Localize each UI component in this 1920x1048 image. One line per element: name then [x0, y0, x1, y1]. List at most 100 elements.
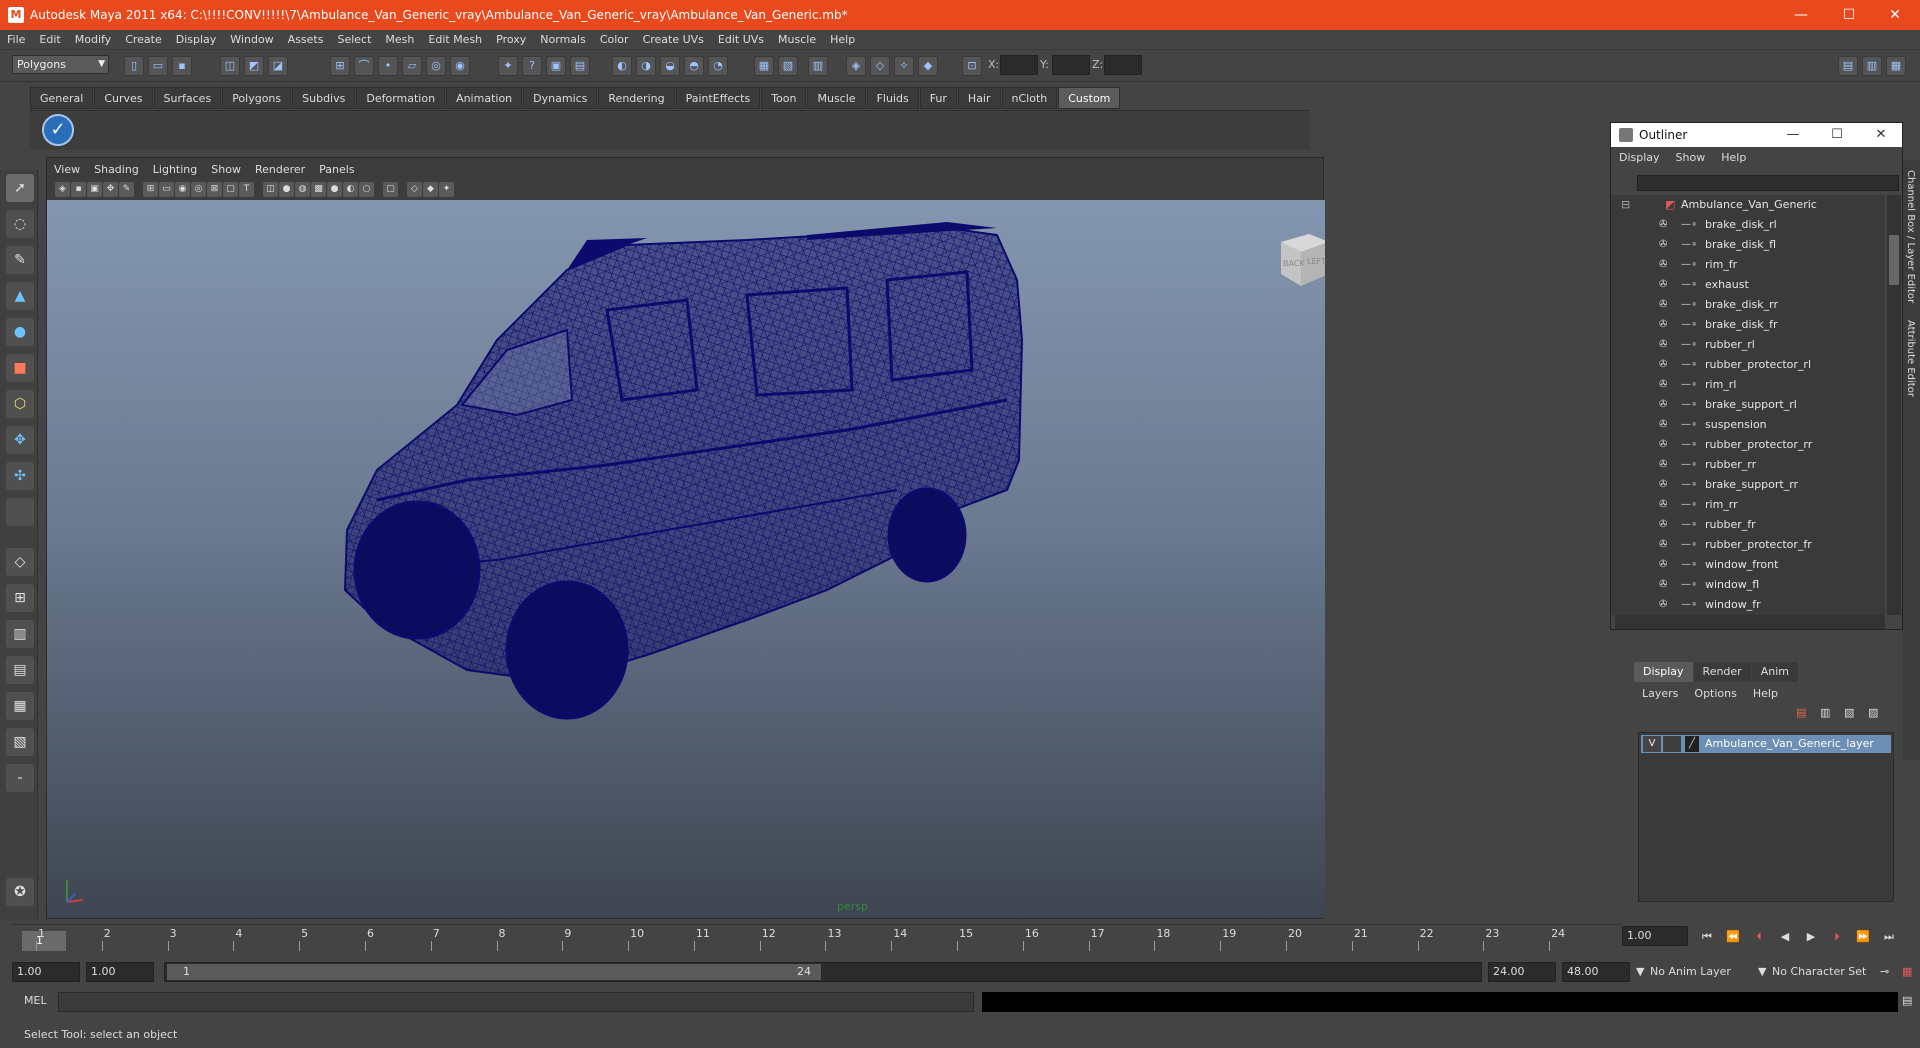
move-layer-down-icon[interactable]: ▥ [1820, 706, 1830, 719]
time-slider[interactable]: 1 1 2 3 4 5 6 7 8 9 10 11 12 13 14 15 16 17 18 19 20 21 22 23 2… [12, 924, 1622, 952]
current-time-field[interactable]: 1.00 [1622, 926, 1688, 946]
outliner-menu-show[interactable]: Show [1668, 151, 1714, 164]
2d-pan-icon[interactable]: ✥ [103, 182, 118, 197]
outliner-item[interactable]: ✇ —∘ rim_rr [1611, 495, 1885, 515]
layer-playback-toggle[interactable] [1663, 736, 1681, 752]
outliner-menu-help[interactable]: Help [1713, 151, 1754, 164]
play-backwards-icon[interactable]: ◀ [1776, 928, 1794, 946]
play-forwards-icon[interactable]: ▶ [1802, 928, 1820, 946]
x-field[interactable] [1000, 55, 1038, 75]
vp-menu-renderer[interactable]: Renderer [248, 163, 312, 176]
go-to-end-icon[interactable]: ⏭ [1880, 928, 1898, 946]
hq-lighting-icon[interactable]: ○ [359, 182, 374, 197]
open-scene-icon[interactable]: ▭ [148, 56, 168, 76]
tab-display[interactable]: Display [1634, 662, 1693, 682]
empty-tool-slot-icon[interactable] [6, 498, 34, 526]
last-tool-icon[interactable]: ✣ [6, 462, 34, 490]
outliner-item[interactable]: ✇ —∘ rim_rl [1611, 375, 1885, 395]
go-to-start-icon[interactable]: ⏮ [1698, 928, 1716, 946]
outliner-close-button[interactable]: ✕ [1859, 123, 1903, 147]
outliner-item[interactable]: ✇ —∘ window_front [1611, 555, 1885, 575]
y-field[interactable] [1052, 55, 1090, 75]
menu-set-dropdown[interactable]: Polygons ▼ [12, 55, 109, 74]
key-icon[interactable]: ⊸ [1880, 962, 1889, 982]
smooth-shade-icon[interactable]: ● [279, 182, 294, 197]
film-gate-icon[interactable]: ▭ [159, 182, 174, 197]
bookmark-icon[interactable]: ▪ [71, 182, 86, 197]
start-time-field[interactable]: 1.00 [12, 962, 80, 982]
vp-menu-lighting[interactable]: Lighting [146, 163, 204, 176]
tab-render[interactable]: Render [1693, 662, 1751, 682]
toggle-attribute-editor-icon[interactable]: ▤ [1838, 56, 1858, 76]
wireframe-on-shaded-icon[interactable]: ◍ [295, 182, 310, 197]
tab-curves[interactable]: Curves [94, 87, 153, 109]
input-line-icon[interactable]: ▦ [754, 56, 774, 76]
menu-create-uvs[interactable]: Create UVs [636, 33, 711, 46]
script-editor-icon[interactable]: ✪ [6, 878, 34, 906]
range-slider[interactable]: 1 24 [164, 962, 1482, 982]
lasso-tool-icon[interactable]: ◌ [6, 210, 34, 238]
persp-graph-layout-icon[interactable]: ▤ [6, 656, 34, 684]
mel-input[interactable] [58, 992, 974, 1012]
menu-proxy[interactable]: Proxy [489, 33, 533, 46]
isolate-select-icon[interactable]: ▢ [383, 182, 398, 197]
tab-custom[interactable]: Custom [1058, 87, 1121, 109]
menu-muscle[interactable]: Muscle [771, 33, 823, 46]
tab-fur[interactable]: Fur [919, 87, 957, 109]
new-empty-layer-icon[interactable]: ▧ [1844, 706, 1854, 719]
animation-prefs-icon[interactable]: ▦ [1902, 962, 1912, 982]
menu-modify[interactable]: Modify [68, 33, 118, 46]
scroll-thumb[interactable] [1889, 235, 1899, 285]
vp-menu-shading[interactable]: Shading [87, 163, 146, 176]
question-icon[interactable]: ? [522, 56, 542, 76]
select-hierarchy-icon[interactable]: ◫ [220, 56, 240, 76]
viewport-canvas[interactable]: BACK LEFT persp [47, 200, 1325, 918]
move-tool-icon[interactable]: ▲ [6, 282, 34, 310]
scale-tool-icon[interactable]: ■ [6, 354, 34, 382]
outliner-item[interactable]: ✇ —∘ brake_disk_rl [1611, 215, 1885, 235]
snap-point-icon[interactable]: • [378, 56, 398, 76]
menu-mesh[interactable]: Mesh [378, 33, 421, 46]
textured-icon[interactable]: ▩ [311, 182, 326, 197]
history-icon[interactable]: ✦ [498, 56, 518, 76]
four-pane-layout-icon[interactable]: ⊞ [6, 584, 34, 612]
menu-normals[interactable]: Normals [533, 33, 593, 46]
outliner-minimize-button[interactable]: — [1771, 123, 1815, 147]
vp-menu-view[interactable]: View [47, 163, 87, 176]
character-set-dropdown[interactable]: No Character Set [1772, 962, 1866, 982]
layer-visibility-toggle[interactable]: V [1643, 736, 1661, 752]
texture-icon[interactable]: ◇ [870, 56, 890, 76]
checkmark-shelf-icon[interactable]: ✓ [42, 114, 74, 146]
outliner-item[interactable]: ✇ —∘ window_fr [1611, 595, 1885, 615]
minimize-button[interactable]: — [1778, 0, 1824, 30]
side-by-side-layout-icon[interactable]: ▥ [6, 620, 34, 648]
menu-window[interactable]: Window [223, 33, 280, 46]
tab-rendering[interactable]: Rendering [598, 87, 675, 109]
snap-curve-icon[interactable]: ⌒ [354, 56, 374, 76]
render-settings-icon[interactable]: ◒ [660, 56, 680, 76]
image-plane-icon[interactable]: ▣ [87, 182, 102, 197]
camera-icon[interactable]: ◈ [846, 56, 866, 76]
tab-dynamics[interactable]: Dynamics [523, 87, 598, 109]
tab-toon[interactable]: Toon [761, 87, 807, 109]
view-cube[interactable]: BACK LEFT [1273, 228, 1325, 290]
xray-icon[interactable]: ◇ [407, 182, 422, 197]
xray-joints-icon[interactable]: ◆ [423, 182, 438, 197]
safe-title-icon[interactable]: T [239, 182, 254, 197]
outliner-item[interactable]: ✇ —∘ brake_disk_fr [1611, 315, 1885, 335]
step-forward-frame-icon[interactable]: ⏵ [1828, 928, 1846, 946]
layer-color-swatch[interactable]: ╱ [1685, 736, 1699, 752]
lock-icon[interactable]: ▣ [546, 56, 566, 76]
tab-surfaces[interactable]: Surfaces [153, 87, 222, 109]
paint-select-icon[interactable]: ✎ [6, 246, 34, 274]
outliner-item[interactable]: ✇ —∘ window_fl [1611, 575, 1885, 595]
end-time-field[interactable]: 48.00 [1562, 962, 1630, 982]
anim-layer-dropdown[interactable]: No Anim Layer [1650, 962, 1731, 982]
menu-display[interactable]: Display [169, 33, 224, 46]
select-object-icon[interactable]: ◩ [244, 56, 264, 76]
outliner-item[interactable]: ✇ —∘ brake_support_rl [1611, 395, 1885, 415]
move-layer-up-icon[interactable]: ▤ [1796, 706, 1806, 719]
resolution-gate-icon[interactable]: ◉ [175, 182, 190, 197]
select-component-icon[interactable]: ◪ [268, 56, 288, 76]
z-field[interactable] [1104, 55, 1142, 75]
